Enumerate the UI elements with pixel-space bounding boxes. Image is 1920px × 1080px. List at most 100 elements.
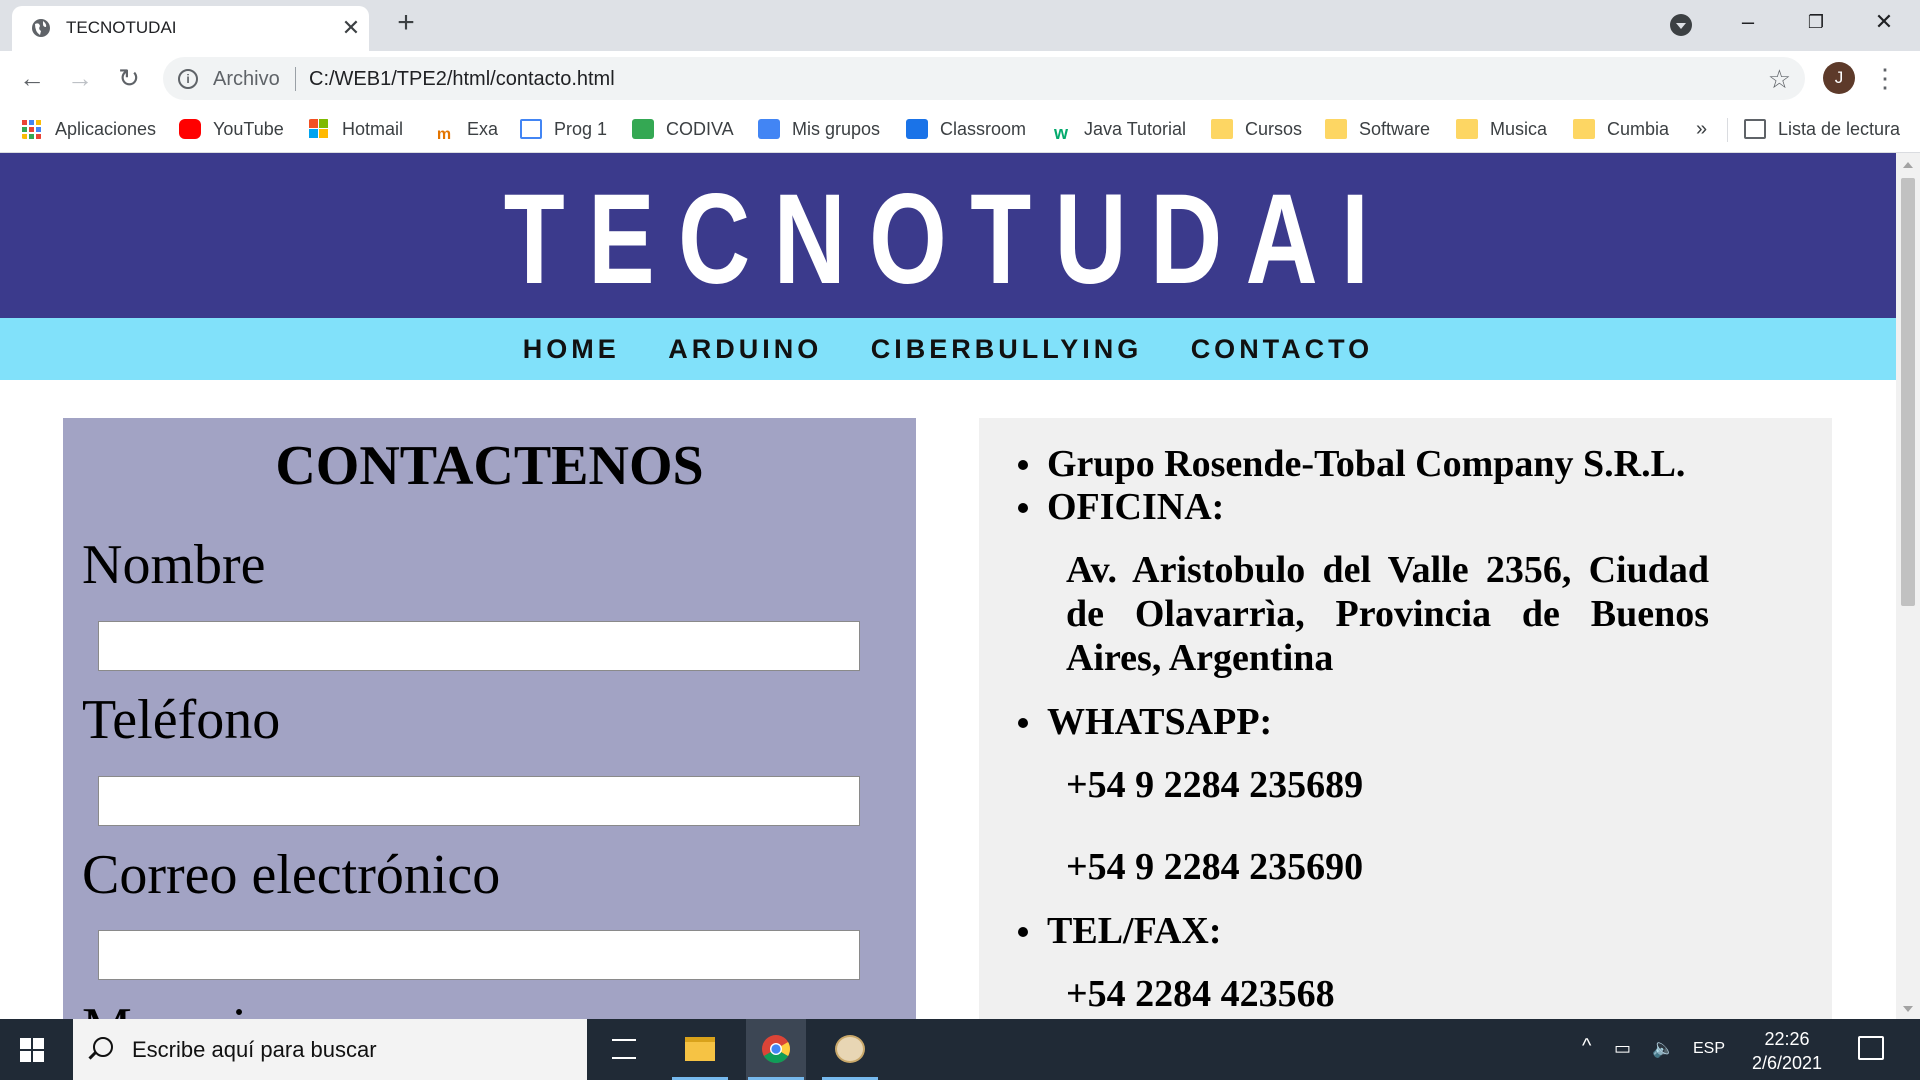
taskbar-file-explorer[interactable] (670, 1019, 730, 1080)
youtube-icon (179, 119, 201, 139)
codiva-icon (632, 119, 654, 139)
w3schools-icon: w (1053, 123, 1068, 143)
bookmarks-overflow-button[interactable]: » (1696, 116, 1707, 142)
bookmark-label: Java Tutorial (1084, 119, 1187, 139)
page-scrollbar[interactable] (1896, 153, 1920, 1019)
correo-input[interactable] (98, 930, 860, 980)
address-scheme-label: Archivo (213, 68, 280, 90)
bookmark-folder-software[interactable]: Software (1325, 116, 1430, 142)
nav-link-arduino[interactable]: ARDUINO (668, 318, 822, 380)
company-item: Grupo Rosende-Tobal Company S.R.L. (1017, 443, 1686, 485)
folder-icon (1573, 119, 1595, 139)
tab-title: TECNOTUDAI (66, 18, 177, 37)
bookmark-folder-cursos[interactable]: Cursos (1211, 116, 1302, 142)
site-info-icon[interactable]: i (178, 69, 198, 89)
browser-menu-icon[interactable]: ⋮ (1872, 61, 1898, 95)
windows-start-icon[interactable] (20, 1038, 44, 1062)
chrome-icon (762, 1035, 790, 1063)
minimize-icon[interactable]: – (1728, 6, 1768, 38)
window-close-icon[interactable]: ✕ (1864, 6, 1904, 38)
paint-palette-icon (835, 1035, 865, 1063)
taskbar-paint[interactable] (820, 1019, 880, 1080)
scroll-down-icon[interactable] (1903, 1006, 1913, 1012)
nav-link-home[interactable]: HOME (523, 318, 620, 380)
bookmark-label: Classroom (940, 119, 1027, 139)
browser-toolbar: ← → ↻ i Archivo C:/WEB1/TPE2/html/contac… (0, 51, 1920, 106)
bookmark-star-icon[interactable]: ☆ (1768, 64, 1791, 95)
volume-icon[interactable]: 🔈 (1652, 1038, 1674, 1059)
task-view-button[interactable] (594, 1019, 654, 1080)
profile-avatar[interactable]: J (1823, 62, 1855, 94)
groups-icon (758, 119, 780, 139)
scrollbar-thumb[interactable] (1901, 178, 1915, 606)
bookmark-label: YouTube (213, 119, 284, 139)
system-clock[interactable]: 22:26 2/6/2021 (1734, 1027, 1840, 1075)
whatsapp-number: +54 9 2284 235689 (1066, 764, 1364, 806)
close-tab-icon[interactable]: ✕ (338, 15, 364, 41)
office-address: Av. Aristobulo del Valle 2356, Ciudad de… (1066, 549, 1709, 679)
bookmark-folder-cumbia[interactable]: Cumbia (1573, 116, 1669, 142)
taskbar-chrome[interactable] (746, 1019, 806, 1080)
notifications-icon[interactable] (1858, 1036, 1884, 1060)
bookmark-codiva[interactable]: CODIVA (632, 116, 734, 142)
bookmark-prog1[interactable]: Prog 1 (520, 116, 607, 142)
back-icon[interactable]: ← (16, 62, 48, 94)
address-url[interactable]: C:/WEB1/TPE2/html/contacto.html (309, 68, 615, 91)
telefono-label: Teléfono (82, 689, 281, 751)
address-bar[interactable]: i Archivo C:/WEB1/TPE2/html/contacto.htm… (163, 57, 1805, 100)
telfax-number: +54 2284 423568 (1066, 973, 1335, 1015)
bookmark-youtube[interactable]: YouTube (179, 116, 284, 142)
scroll-up-icon[interactable] (1903, 162, 1913, 168)
browser-tabstrip: TECNOTUDAI ✕ + – ❐ ✕ (0, 0, 1920, 51)
microsoft-icon (309, 119, 328, 138)
browser-tab[interactable]: TECNOTUDAI ✕ (12, 6, 369, 51)
classroom-icon (906, 119, 928, 139)
tray-overflow-icon[interactable]: ^ (1582, 1035, 1591, 1058)
taskbar-search[interactable]: Escribe aquí para buscar (73, 1019, 587, 1080)
telefono-input[interactable] (98, 776, 860, 826)
bookmark-mis-grupos[interactable]: Mis grupos (758, 116, 880, 142)
bookmark-label: Mis grupos (792, 119, 881, 139)
nombre-input[interactable] (98, 621, 860, 671)
forward-icon[interactable]: → (64, 62, 96, 94)
windows-taskbar: Escribe aquí para buscar ^ ▭ 🔈 ESP 22:26… (0, 1019, 1920, 1080)
correo-label: Correo electrónico (82, 844, 501, 906)
restore-icon[interactable]: ❐ (1796, 6, 1836, 38)
contact-info: Grupo Rosende-Tobal Company S.R.L. OFICI… (979, 418, 1832, 1019)
clock-time: 22:26 (1764, 1029, 1810, 1049)
globe-icon (32, 19, 50, 37)
bookmark-label: Hotmail (342, 119, 404, 139)
bookmark-hotmail[interactable]: Hotmail (308, 116, 403, 142)
nav-link-contacto[interactable]: CONTACTO (1191, 318, 1374, 380)
clock-date: 2/6/2021 (1751, 1053, 1823, 1073)
bookmark-classroom[interactable]: Classroom (906, 116, 1026, 142)
bookmark-folder-musica[interactable]: Musica (1456, 116, 1547, 142)
folder-icon (1325, 119, 1347, 139)
nav-link-ciberbullying[interactable]: CIBERBULLYING (871, 318, 1143, 380)
new-tab-button[interactable]: + (390, 8, 422, 40)
bookmark-exa[interactable]: m Exa (433, 116, 498, 143)
reading-list-button[interactable]: Lista de lectura (1744, 116, 1900, 142)
folder-icon (1211, 119, 1233, 139)
telfax-label: TEL/FAX: (1018, 910, 1222, 952)
language-indicator[interactable]: ESP (1693, 1040, 1725, 1058)
folder-icon (1456, 119, 1478, 139)
nombre-label: Nombre (82, 534, 266, 596)
reload-icon[interactable]: ↻ (113, 62, 145, 94)
network-icon[interactable]: ▭ (1614, 1038, 1631, 1059)
bookmark-aplicaciones[interactable]: Aplicaciones (21, 116, 156, 142)
taskbar-search-placeholder: Escribe aquí para buscar (132, 1037, 377, 1062)
site-header: TECNOTUDAI (0, 153, 1896, 318)
tab-search-icon[interactable] (1670, 14, 1692, 36)
office-label: OFICINA: (1017, 486, 1225, 528)
bookmark-label: Prog 1 (554, 119, 608, 139)
bookmark-label: Musica (1490, 119, 1548, 139)
bookmark-label: Cursos (1245, 119, 1303, 139)
whatsapp-label: WHATSAPP: (1017, 701, 1273, 743)
exa-icon: m (436, 126, 452, 143)
bookmark-label: Aplicaciones (55, 119, 157, 139)
page-viewport: TECNOTUDAI HOME ARDUINO CIBERBULLYING CO… (0, 153, 1896, 1019)
bookmark-java-tutorial[interactable]: w Java Tutorial (1050, 116, 1187, 143)
form-heading: CONTACTENOS (275, 435, 704, 497)
prog-icon (520, 119, 542, 139)
